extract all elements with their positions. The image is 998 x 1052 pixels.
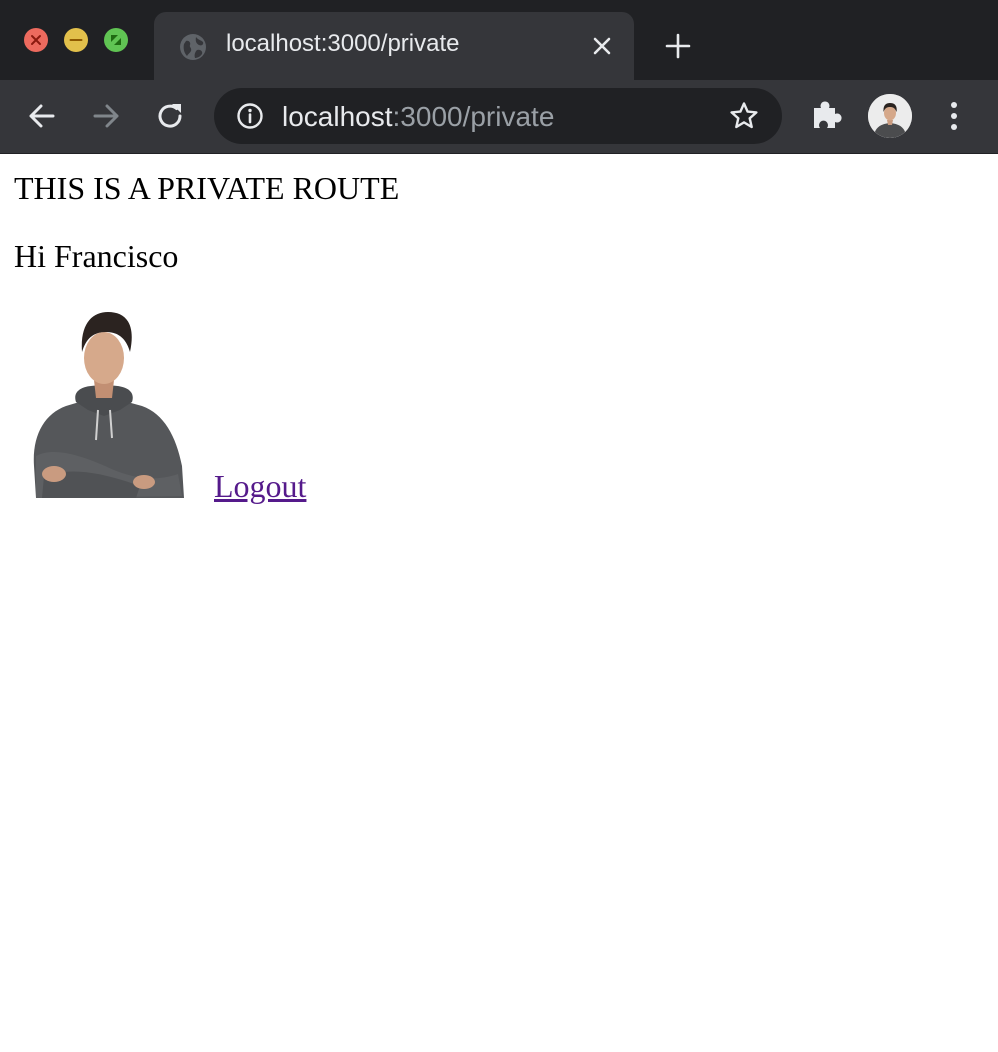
tab-title: localhost:3000/private bbox=[226, 30, 460, 57]
info-icon[interactable] bbox=[236, 102, 264, 130]
url-text[interactable]: localhost:3000/private bbox=[282, 101, 554, 133]
greeting-text: Hi Francisco bbox=[14, 238, 179, 274]
globe-icon bbox=[180, 34, 206, 60]
fullscreen-icon bbox=[111, 35, 121, 45]
url-host: localhost bbox=[282, 101, 393, 132]
minimize-icon bbox=[69, 39, 83, 41]
browser-toolbar: localhost:3000/private bbox=[0, 80, 998, 154]
star-icon[interactable] bbox=[728, 100, 760, 132]
close-icon bbox=[31, 35, 41, 45]
window-close-button[interactable] bbox=[24, 28, 48, 52]
avatar-icon bbox=[868, 94, 912, 138]
window-maximize-button[interactable] bbox=[104, 28, 128, 52]
page-heading: THIS IS A PRIVATE ROUTE bbox=[14, 170, 400, 206]
puzzle-icon[interactable] bbox=[808, 98, 844, 134]
kebab-menu-icon[interactable] bbox=[938, 98, 970, 134]
browser-titlebar: localhost:3000/private bbox=[0, 0, 998, 80]
window-minimize-button[interactable] bbox=[64, 28, 88, 52]
plus-icon[interactable] bbox=[664, 32, 692, 60]
close-icon[interactable] bbox=[590, 34, 614, 58]
profile-avatar[interactable] bbox=[868, 94, 912, 138]
logout-link[interactable]: Logout bbox=[214, 468, 306, 505]
user-photo bbox=[14, 306, 190, 498]
page-content: THIS IS A PRIVATE ROUTE Hi Francisco Log… bbox=[0, 154, 998, 1052]
reload-icon[interactable] bbox=[154, 100, 186, 132]
arrow-left-icon[interactable] bbox=[26, 100, 58, 132]
address-bar[interactable]: localhost:3000/private bbox=[214, 88, 782, 144]
arrow-right-icon[interactable] bbox=[90, 100, 122, 132]
url-path: :3000/private bbox=[392, 101, 555, 132]
active-tab[interactable]: localhost:3000/private bbox=[154, 12, 634, 80]
